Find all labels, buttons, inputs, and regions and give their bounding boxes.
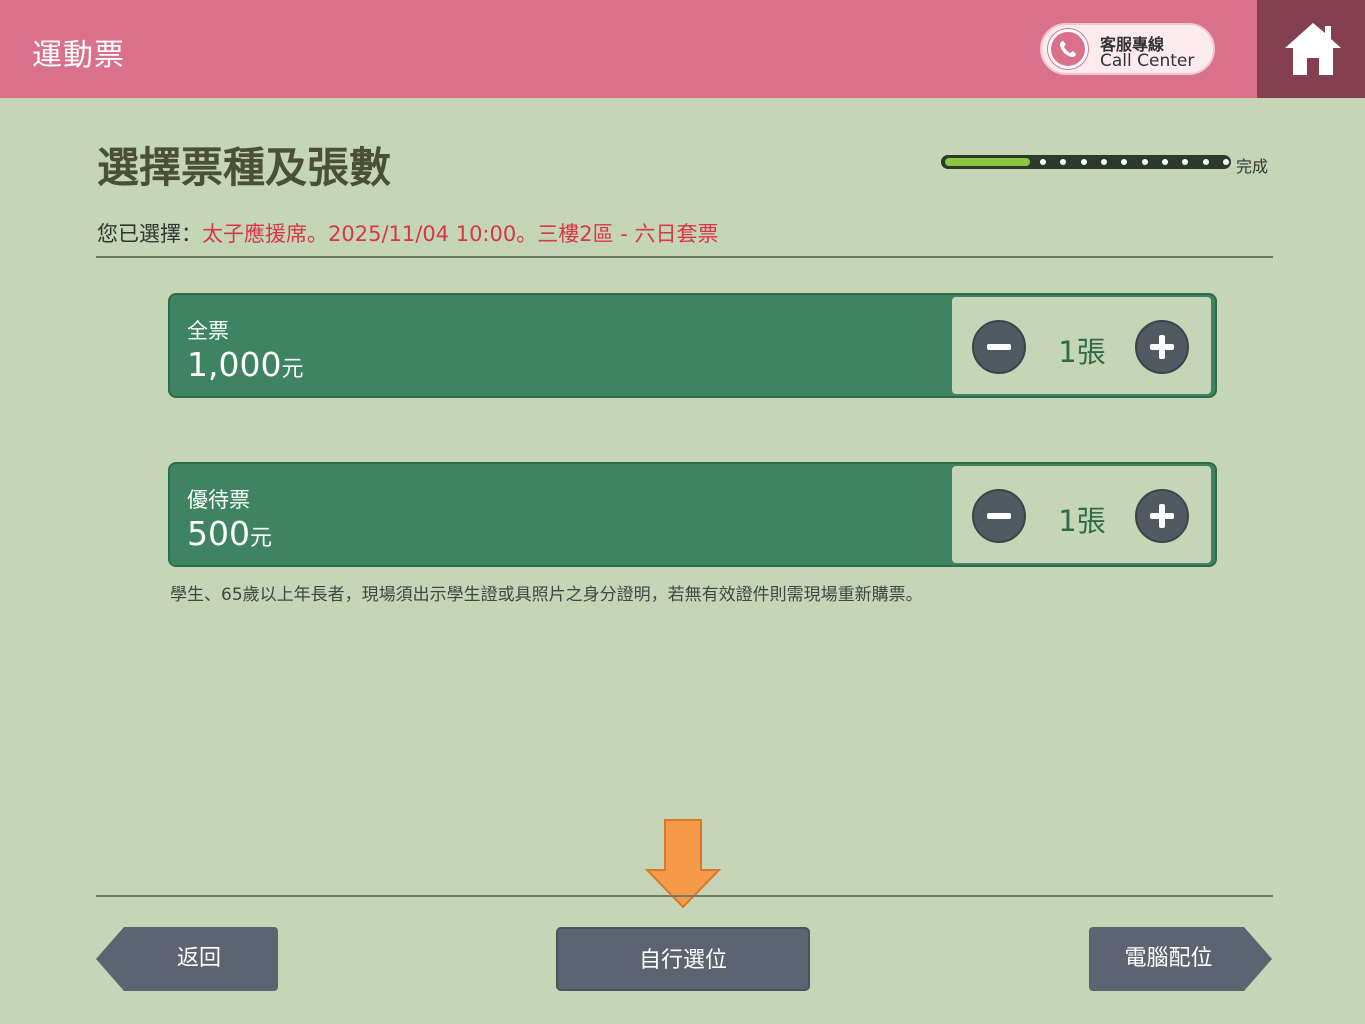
ticket-name: 優待票	[187, 488, 250, 512]
quantity-value: 1張	[1058, 335, 1106, 369]
increase-button[interactable]	[1135, 489, 1189, 543]
progress-step-dot	[1223, 159, 1229, 165]
page-title: 選擇票種及張數	[97, 143, 392, 192]
selection-summary: 您已選擇：太子應援席。2025/11/04 10:00。三樓2區 - 六日套票	[97, 218, 719, 248]
progress-step-dot	[1101, 159, 1107, 165]
call-center-button[interactable]: 客服專線 Call Center	[1040, 23, 1215, 75]
phone-icon	[1048, 29, 1088, 69]
home-button[interactable]	[1257, 0, 1365, 98]
concession-note: 學生、65歲以上年長者，現場須出示學生證或具照片之身分證明，若無有效證件則需現場…	[170, 585, 923, 605]
progress-step-dot	[1040, 159, 1046, 165]
minus-icon	[987, 344, 1011, 350]
progress-step-dot	[1142, 159, 1148, 165]
call-center-label-en: Call Center	[1100, 51, 1195, 71]
ticket-row-concession: 優待票 500元 1張	[168, 462, 1217, 567]
increase-button[interactable]	[1135, 320, 1189, 374]
progress-label: 完成	[1236, 157, 1269, 176]
progress-step-dot	[1162, 159, 1168, 165]
bottom-divider	[96, 895, 1273, 897]
progress-step-dot	[1060, 159, 1066, 165]
progress-fill	[945, 158, 1030, 166]
progress-step-dot	[1081, 159, 1087, 165]
quantity-value: 1張	[1058, 504, 1106, 538]
quantity-stepper: 1張	[952, 466, 1211, 563]
selection-value: 太子應援席。2025/11/04 10:00。三樓2區 - 六日套票	[202, 222, 719, 246]
app-title: 運動票	[32, 38, 125, 73]
minus-icon	[987, 513, 1011, 519]
top-divider	[96, 256, 1273, 258]
plus-icon	[1150, 335, 1174, 359]
ticket-price: 500元	[187, 514, 273, 553]
progress-step-dot	[1121, 159, 1127, 165]
home-icon	[1285, 23, 1341, 75]
ticket-price: 1,000元	[187, 345, 304, 384]
quantity-stepper: 1張	[952, 297, 1211, 394]
self-select-seat-button[interactable]: 自行選位	[556, 927, 810, 991]
back-button[interactable]: 返回	[96, 927, 278, 991]
decrease-button[interactable]	[972, 320, 1026, 374]
header-bar: 運動票 客服專線 Call Center	[0, 0, 1365, 98]
selection-prefix: 您已選擇：	[97, 222, 202, 246]
ticket-name: 全票	[187, 319, 229, 343]
progress-step-dot	[1182, 159, 1188, 165]
auto-assign-seat-button[interactable]: 電腦配位	[1089, 927, 1272, 991]
progress-bar	[941, 155, 1231, 169]
ticket-row-full: 全票 1,000元 1張	[168, 293, 1217, 398]
progress-step-dot	[1203, 159, 1209, 165]
decrease-button[interactable]	[972, 489, 1026, 543]
plus-icon	[1150, 504, 1174, 528]
